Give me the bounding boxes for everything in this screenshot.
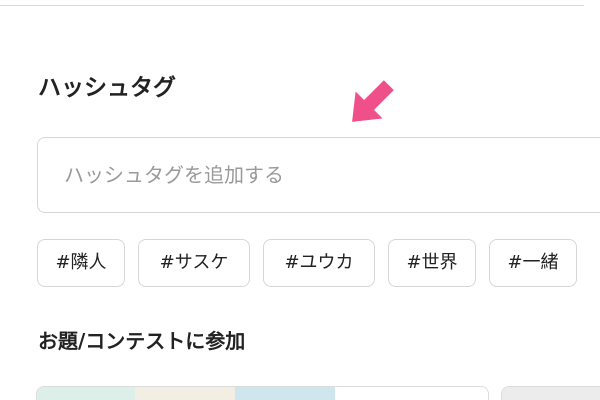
hashtag-chip[interactable]: #世界	[388, 239, 476, 287]
contest-card-thumbnail	[502, 387, 600, 400]
pointer-arrow-icon	[350, 78, 396, 124]
hashtag-chip[interactable]: #隣人	[37, 239, 125, 287]
hashtag-input[interactable]	[37, 137, 600, 213]
hashtag-chip[interactable]: #一緒	[489, 239, 577, 287]
contest-card[interactable]	[501, 386, 600, 400]
top-divider	[0, 0, 584, 6]
post-settings-page: ハッシュタグ #隣人 #サスケ #ユウカ #世界 #一緒 お題/コンテストに参加	[0, 0, 600, 400]
hashtag-section-title: ハッシュタグ	[38, 75, 176, 101]
contest-card-thumbnail	[235, 387, 335, 400]
hashtag-chip[interactable]: #ユウカ	[263, 239, 375, 287]
contest-card-thumbnail	[135, 387, 235, 400]
contest-card-thumbnail	[37, 387, 135, 400]
contest-card[interactable]	[36, 386, 489, 400]
contest-section-title: お題/コンテストに参加	[38, 329, 246, 353]
hashtag-chip[interactable]: #サスケ	[138, 239, 250, 287]
